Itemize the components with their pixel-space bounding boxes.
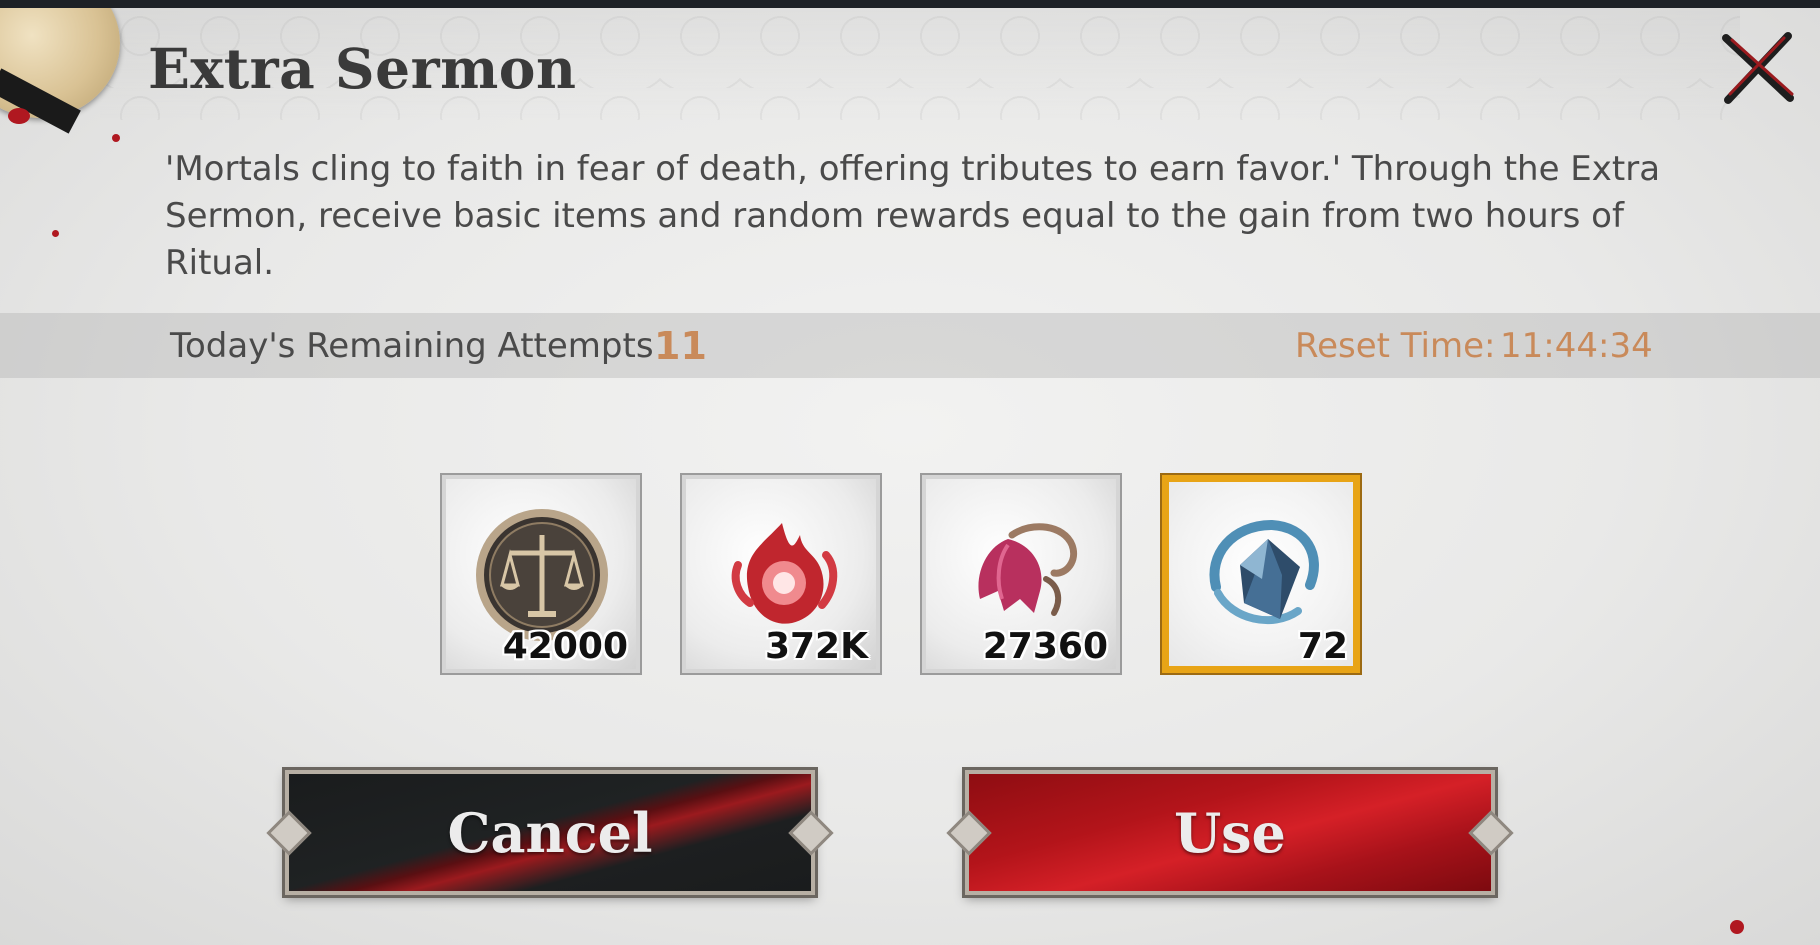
close-button[interactable]: [1718, 28, 1798, 108]
use-button[interactable]: Use: [965, 770, 1495, 895]
blood-splatter-decoration: [8, 108, 30, 124]
reset-time-value: 11:44:34: [1500, 326, 1653, 366]
reward-item-flower[interactable]: 27360: [920, 473, 1122, 675]
reward-quantity: 42000: [502, 626, 628, 667]
close-icon: [1722, 32, 1794, 104]
reward-quantity: 27360: [982, 626, 1108, 667]
remaining-attempts-value: 11: [654, 324, 707, 368]
reward-quantity: 72: [1297, 626, 1348, 667]
reward-item-crystal[interactable]: 72: [1160, 473, 1362, 675]
dialog-description: 'Mortals cling to faith in fear of death…: [165, 146, 1685, 287]
cancel-button-label: Cancel: [447, 800, 653, 865]
use-button-label: Use: [1174, 800, 1286, 865]
reward-item-flame[interactable]: 372K: [680, 473, 882, 675]
reward-item-coin[interactable]: 42000: [440, 473, 642, 675]
blood-splatter-decoration: [112, 134, 120, 142]
description-line-2: Sermon, receive basic items and random r…: [165, 196, 1624, 283]
reset-time-label: Reset Time:: [1295, 326, 1496, 366]
description-line-1: 'Mortals cling to faith in fear of death…: [165, 149, 1661, 189]
blood-splatter-decoration: [1730, 920, 1744, 934]
remaining-attempts-label: Today's Remaining Attempts: [170, 326, 654, 366]
reward-quantity: 372K: [764, 626, 868, 667]
dialog-title: Extra Sermon: [148, 36, 577, 101]
extra-sermon-dialog: Extra Sermon 'Mortals cling to faith in …: [0, 8, 1820, 945]
cancel-button[interactable]: Cancel: [285, 770, 815, 895]
blood-splatter-decoration: [52, 230, 59, 237]
